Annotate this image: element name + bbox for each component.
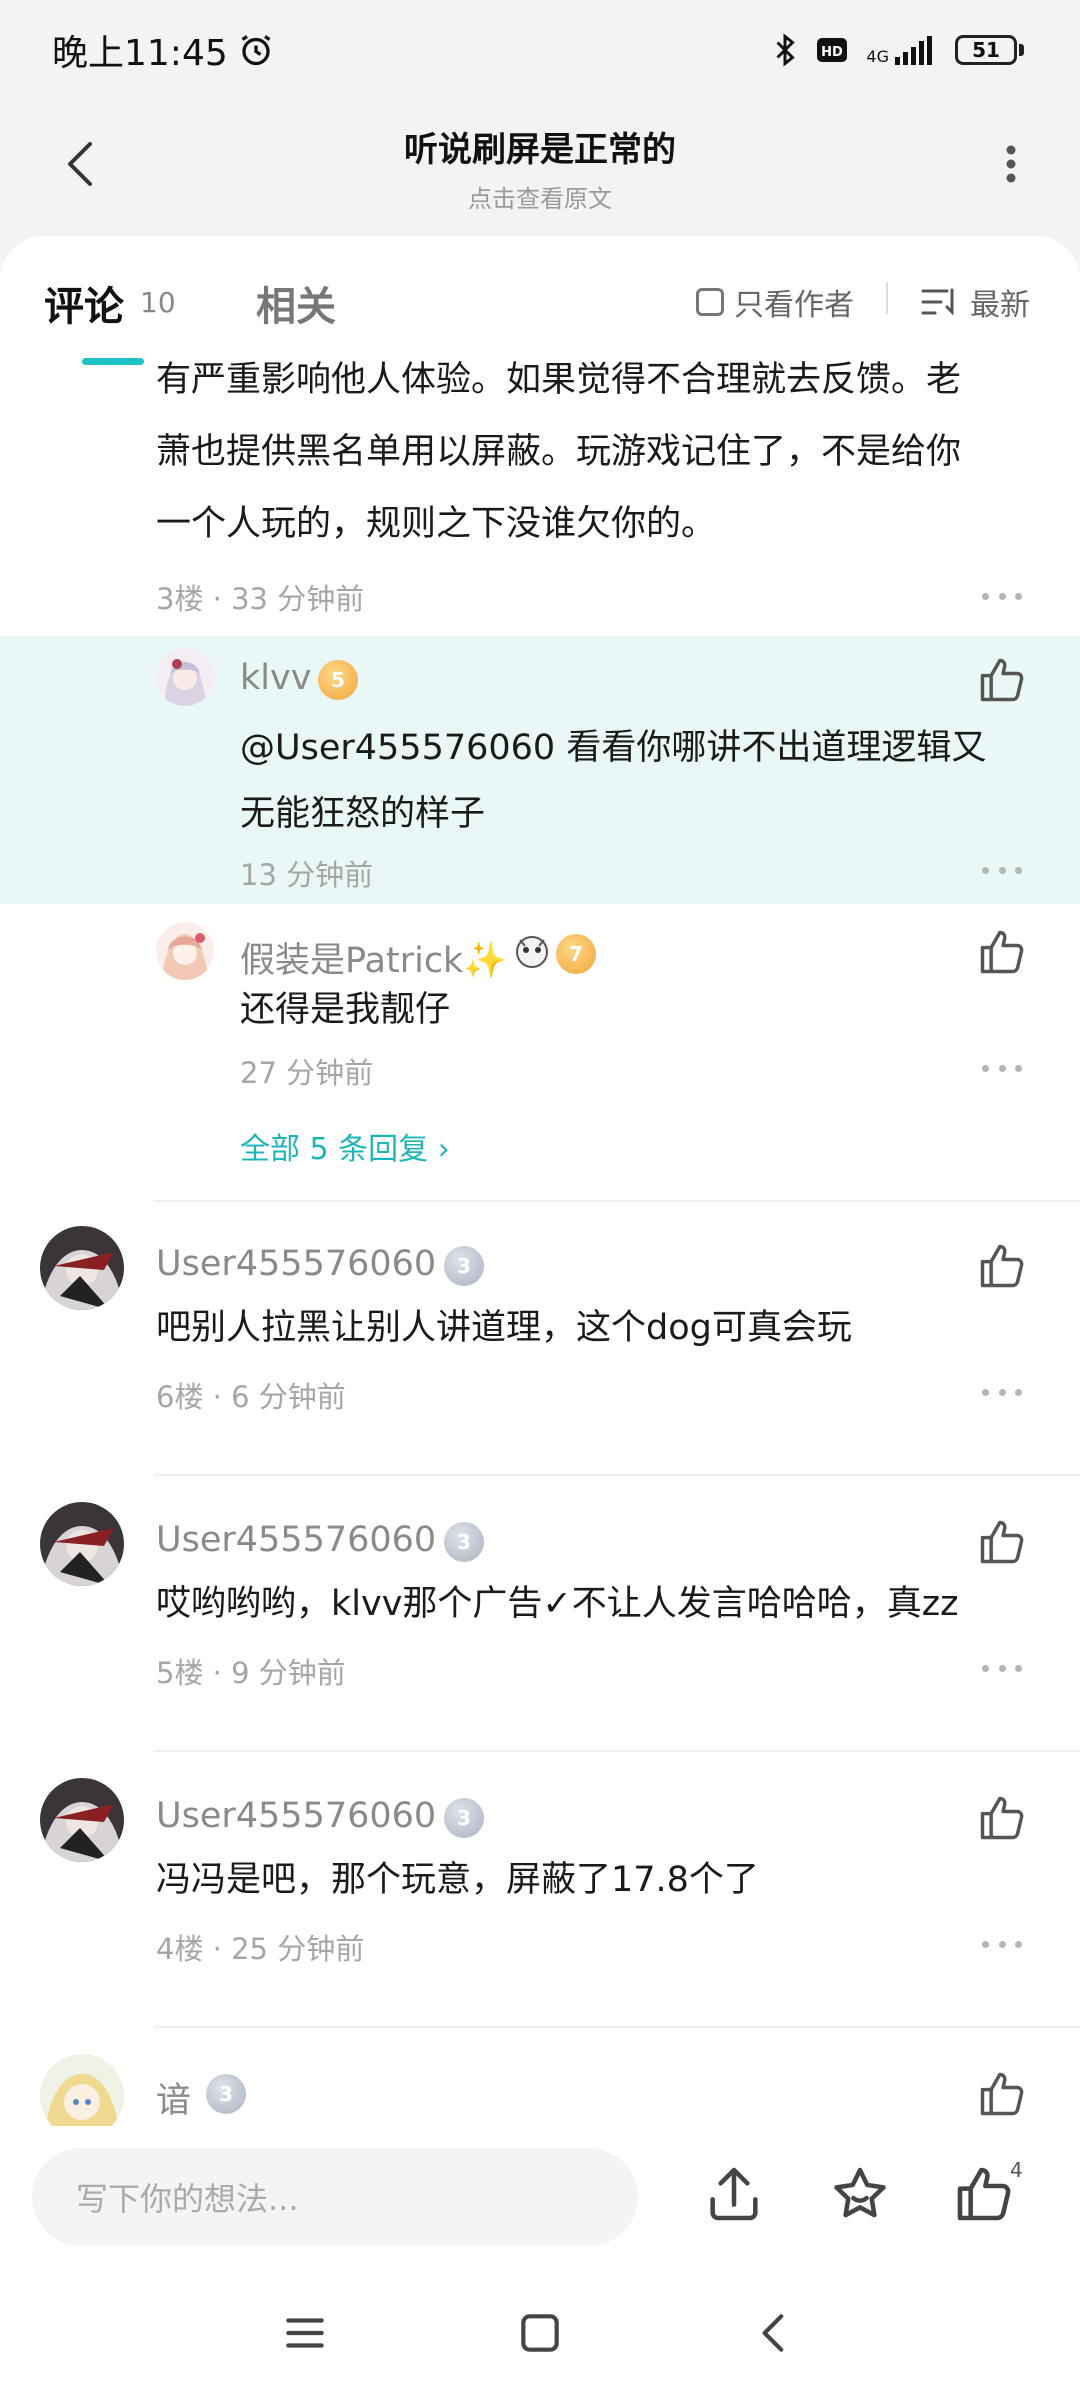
avatar[interactable] xyxy=(40,2054,124,2126)
floor3-line-3: 一个人玩的，规则之下没谁欠你的。 xyxy=(156,504,717,544)
nav-back-icon[interactable] xyxy=(750,2308,800,2358)
status-time: 晚上11:45 xyxy=(52,33,228,74)
sort-icon xyxy=(921,288,954,316)
sort-divider xyxy=(886,282,888,314)
status-left: 晚上11:45 xyxy=(52,24,274,76)
comment-meta: 6楼 · 6 分钟前 xyxy=(156,1380,346,1414)
thumbs-up-icon[interactable] xyxy=(952,2162,1016,2226)
network-label: 4G xyxy=(866,47,889,66)
level-badge: 3 xyxy=(444,1522,484,1562)
thumbs-up-icon[interactable] xyxy=(976,2068,1028,2120)
share-icon[interactable] xyxy=(702,2162,766,2226)
comment-text: 吧别人拉黑让别人讲道理，这个dog可真会玩 xyxy=(156,1308,852,1348)
avatar[interactable] xyxy=(40,1778,124,1862)
comments-panel: 评论 10 相关 只看作者 最新 有严重影响他人体验。如果觉得不合理就去反馈。老… xyxy=(0,236,1080,2126)
author-only-toggle[interactable]: 只看作者 xyxy=(696,280,854,324)
comment-username[interactable]: User455576060 xyxy=(156,1520,436,1560)
comment-meta: 5楼 · 9 分钟前 xyxy=(156,1656,346,1690)
battery-level: 51 xyxy=(955,35,1017,65)
comment-input[interactable]: 写下你的想法... xyxy=(32,2148,638,2246)
author-only-label: 只看作者 xyxy=(734,288,854,323)
reply-line-2: 无能狂怒的样子 xyxy=(240,794,486,834)
title-block[interactable]: 听说刷屏是正常的 点击查看原文 xyxy=(240,122,840,214)
tab-related[interactable]: 相关 xyxy=(256,274,336,332)
tab-comments[interactable]: 评论 xyxy=(44,274,124,332)
pet-badge-icon xyxy=(516,936,548,968)
battery-indicator: 51 xyxy=(955,35,1024,65)
menu-icon[interactable] xyxy=(280,2308,330,2358)
back-arrow-icon xyxy=(68,142,92,186)
comment-more-button[interactable] xyxy=(982,1934,1022,1954)
more-button[interactable] xyxy=(986,134,1036,194)
tab-bar: 评论 10 相关 只看作者 最新 xyxy=(0,236,1080,356)
sort-button[interactable]: 最新 xyxy=(920,280,1030,324)
divider xyxy=(154,2026,1080,2028)
comment-text: 哎哟哟哟，klvv那个广告✓不让人发言哈哈哈，真zz xyxy=(156,1584,959,1624)
floor3-line-2: 萧也提供黑名单用以屏蔽。玩游戏记住了，不是给你 xyxy=(156,432,962,472)
level-badge: 5 xyxy=(318,660,358,700)
bottom-action-bar: 写下你的想法... 4 xyxy=(0,2126,1080,2266)
hd-icon: HD xyxy=(817,38,848,62)
avatar[interactable] xyxy=(156,648,214,706)
network-indicator: 4G xyxy=(866,35,937,65)
more-vertical-icon xyxy=(1006,145,1016,183)
comment-username[interactable]: 谙 xyxy=(156,2072,191,2123)
status-bar: 晚上11:45 HD 4G 51 xyxy=(0,0,1080,100)
thumbs-up-icon[interactable] xyxy=(976,1240,1028,1292)
comment-more-button[interactable] xyxy=(982,1658,1022,1678)
level-badge: 7 xyxy=(556,934,596,974)
comment-meta: 4楼 · 25 分钟前 xyxy=(156,1932,365,1966)
reply-more-button[interactable] xyxy=(982,1058,1022,1078)
thumbs-up-icon[interactable] xyxy=(976,926,1028,978)
level-badge: 3 xyxy=(206,2074,246,2114)
divider xyxy=(154,1200,1080,1202)
floor3-meta: 3楼 · 33 分钟前 xyxy=(156,582,365,616)
level-badge: 3 xyxy=(444,1246,484,1286)
battery-tip xyxy=(1019,44,1024,56)
alarm-icon xyxy=(241,35,271,66)
comment-more-button[interactable] xyxy=(982,1382,1022,1402)
level-badge: 3 xyxy=(444,1798,484,1838)
divider xyxy=(154,1474,1080,1476)
reply-line-1: @User455576060 看看你哪讲不出道理逻辑又 xyxy=(240,728,987,768)
bluetooth-icon xyxy=(776,33,796,67)
status-right: HD 4G 51 xyxy=(772,32,1024,68)
sort-label: 最新 xyxy=(970,288,1030,323)
thumbs-up-icon[interactable] xyxy=(976,1792,1028,1844)
like-count: 4 xyxy=(1010,2158,1023,2182)
comments-count: 10 xyxy=(140,286,176,319)
home-icon[interactable] xyxy=(515,2308,565,2358)
all-replies-link[interactable]: 全部 5 条回复 › xyxy=(240,1124,450,1168)
divider xyxy=(154,1750,1080,1752)
avatar[interactable] xyxy=(40,1502,124,1586)
reply-username[interactable]: klvv xyxy=(240,658,311,698)
comment-username[interactable]: User455576060 xyxy=(156,1244,436,1284)
reply-time: 13 分钟前 xyxy=(240,858,374,892)
thumbs-up-icon[interactable] xyxy=(976,1516,1028,1568)
view-original-link[interactable]: 点击查看原文 xyxy=(240,179,840,214)
star-icon[interactable] xyxy=(828,2162,892,2226)
floor3-more-button[interactable] xyxy=(982,586,1022,606)
comment-username[interactable]: User455576060 xyxy=(156,1796,436,1836)
reply-time: 27 分钟前 xyxy=(240,1056,374,1090)
author-only-checkbox[interactable] xyxy=(696,288,724,316)
reply-more-button[interactable] xyxy=(982,860,1022,880)
page-title: 听说刷屏是正常的 xyxy=(404,130,676,170)
avatar[interactable] xyxy=(156,922,214,980)
comment-text: 冯冯是吧，那个玩意，屏蔽了17.8个了 xyxy=(156,1860,759,1900)
svg-text:HD: HD xyxy=(822,45,844,60)
back-button[interactable] xyxy=(50,134,110,194)
page-header: 听说刷屏是正常的 点击查看原文 xyxy=(0,100,1080,230)
tab-active-indicator xyxy=(82,358,144,365)
reply-line-1: 还得是我靓仔 xyxy=(240,990,451,1030)
avatar[interactable] xyxy=(40,1226,124,1310)
thumbs-up-icon[interactable] xyxy=(976,654,1028,706)
system-nav-bar xyxy=(0,2266,1080,2400)
signal-icon xyxy=(895,36,932,65)
